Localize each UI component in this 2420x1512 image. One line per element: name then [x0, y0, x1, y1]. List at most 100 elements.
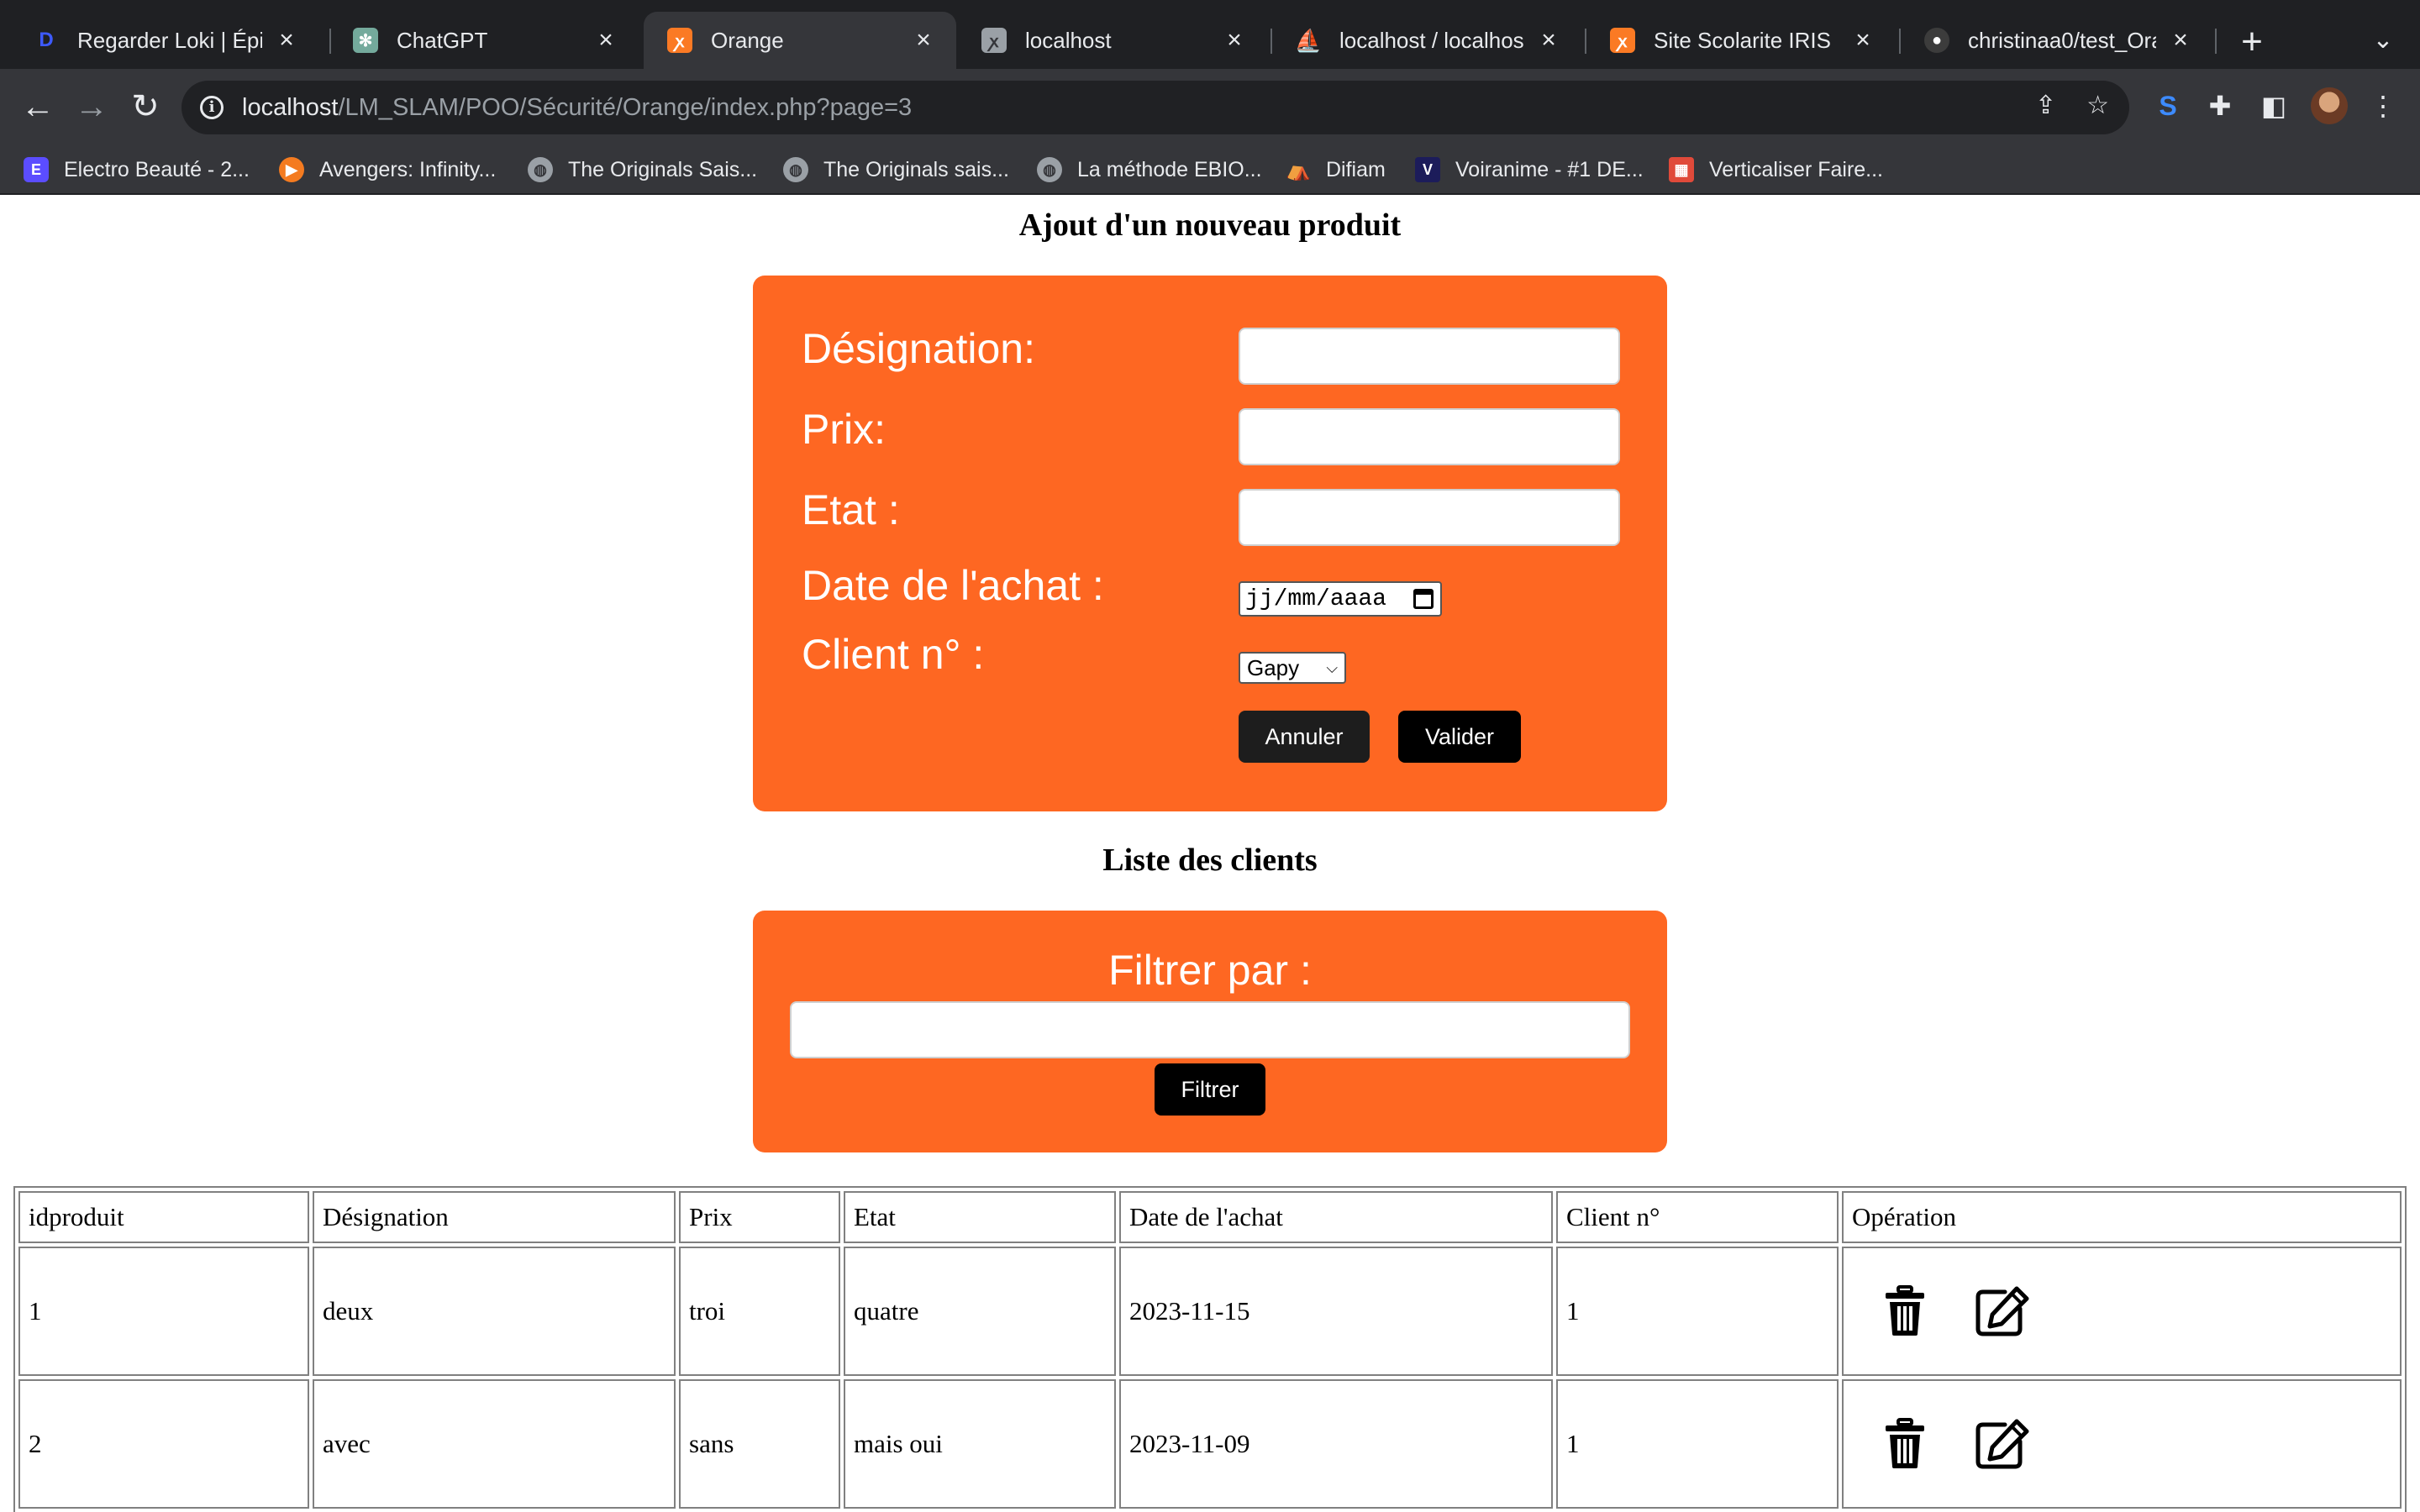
- extension-s-icon[interactable]: S: [2149, 87, 2186, 124]
- bookmark-item[interactable]: V Voiranime - #1 DE...: [1415, 153, 1644, 186]
- table-row: 1 deux troi quatre 2023-11-15 1: [18, 1247, 2402, 1376]
- close-icon[interactable]: ×: [274, 26, 299, 55]
- browser-tab[interactable]: ✻ ChatGPT ×: [329, 12, 639, 69]
- browser-tab-active[interactable]: ꭗ Orange ×: [644, 12, 956, 69]
- extensions-puzzle-icon[interactable]: ✚: [2202, 87, 2238, 124]
- bookmark-label: The Originals Sais...: [568, 157, 758, 181]
- tab-title: Site Scolarite IRIS: [1654, 27, 1831, 53]
- bookmark-label: La méthode EBIO...: [1077, 157, 1262, 181]
- bookmark-item[interactable]: ◍ The Originals Sais...: [528, 153, 757, 186]
- cell-operations: [1842, 1379, 2402, 1509]
- form-title: Ajout d'un nouveau produit: [1018, 207, 1402, 243]
- disney-favicon-icon: D: [39, 29, 54, 51]
- list-title: Liste des clients: [1102, 843, 1318, 878]
- back-arrow-icon[interactable]: ←: [17, 86, 59, 128]
- browser-toolbar: ← → ↻ i localhost/LM_SLAM/POO/Sécurité/O…: [0, 69, 2420, 144]
- cell-client: 1: [1556, 1379, 1839, 1509]
- client-selected-value: Gapy: [1247, 654, 1300, 680]
- client-label: Client n° :: [802, 631, 985, 678]
- difiam-favicon-icon: ⛺: [1286, 158, 1311, 181]
- etat-label: Etat :: [802, 486, 900, 533]
- bookmark-item[interactable]: E Electro Beauté - 2...: [24, 153, 250, 186]
- bookmark-item[interactable]: ◍ The Originals sais...: [783, 153, 1009, 186]
- column-header: idproduit: [18, 1191, 309, 1243]
- more-menu-icon[interactable]: ⋮: [2365, 87, 2402, 124]
- bookmark-label: Voiranime - #1 DE...: [1455, 157, 1644, 181]
- column-header: Opération: [1842, 1191, 2402, 1243]
- tab-search-chevron-icon[interactable]: ⌄: [2368, 25, 2398, 59]
- column-header: Date de l'achat: [1119, 1191, 1553, 1243]
- cell-etat: mais oui: [844, 1379, 1116, 1509]
- tab-title: localhost / localhost /: [1339, 27, 1524, 53]
- cell-operations: [1842, 1247, 2402, 1376]
- trash-icon[interactable]: [1884, 1285, 1926, 1337]
- bookmark-label: Electro Beauté - 2...: [64, 157, 250, 181]
- tab-separator: [2215, 29, 2217, 54]
- bookmark-item[interactable]: ▦ Verticaliser Faire...: [1669, 153, 1883, 186]
- cell-date: 2023-11-09: [1119, 1379, 1553, 1509]
- prix-label: Prix:: [802, 406, 886, 453]
- tab-title: Regarder Loki | Épisode: [77, 27, 262, 53]
- designation-input[interactable]: [1239, 328, 1620, 385]
- globe-favicon-icon: ꭗ: [981, 28, 1007, 53]
- cell-designation: deux: [313, 1247, 676, 1376]
- cancel-button[interactable]: Annuler: [1239, 711, 1370, 763]
- table-header-row: idproduit Désignation Prix Etat Date de …: [18, 1191, 2402, 1243]
- cell-client: 1: [1556, 1247, 1839, 1376]
- bookmark-item[interactable]: ⛺ Difiam: [1286, 153, 1386, 186]
- globe-icon: ◍: [1037, 157, 1062, 182]
- close-icon[interactable]: ×: [2168, 26, 2193, 55]
- bookmark-star-icon[interactable]: ☆: [2086, 91, 2109, 120]
- xampp-favicon-icon: ꭗ: [667, 28, 692, 53]
- browser-tab[interactable]: ꭗ localhost ×: [958, 12, 1267, 69]
- date-input[interactable]: jj/mm/aaaa: [1239, 581, 1442, 617]
- close-icon[interactable]: ×: [593, 26, 618, 55]
- share-icon[interactable]: ⇪: [2035, 91, 2056, 120]
- cell-id: 1: [18, 1247, 309, 1376]
- site-info-icon[interactable]: i: [200, 96, 224, 119]
- side-panel-icon[interactable]: ◧: [2255, 87, 2292, 124]
- close-icon[interactable]: ×: [1536, 26, 1561, 55]
- cell-etat: quatre: [844, 1247, 1116, 1376]
- column-header: Etat: [844, 1191, 1116, 1243]
- bookmark-label: Verticaliser Faire...: [1709, 157, 1884, 181]
- reload-icon[interactable]: ↻: [124, 86, 166, 128]
- browser-tab[interactable]: ● christinaa0/test_Orange ×: [1901, 12, 2213, 69]
- browser-tab-bar: D Regarder Loki | Épisode × ✻ ChatGPT × …: [0, 0, 2420, 69]
- cell-id: 2: [18, 1379, 309, 1509]
- new-tab-button[interactable]: +: [2235, 18, 2269, 66]
- browser-tab[interactable]: D Regarder Loki | Épisode ×: [10, 12, 319, 69]
- products-table: idproduit Désignation Prix Etat Date de …: [13, 1186, 2407, 1512]
- browser-tab[interactable]: ꭗ Site Scolarite IRIS ×: [1586, 12, 1896, 69]
- etat-input[interactable]: [1239, 489, 1620, 546]
- bookmark-label: Difiam: [1326, 157, 1386, 181]
- calendar-icon[interactable]: [1413, 589, 1434, 609]
- prix-input[interactable]: [1239, 408, 1620, 465]
- filter-button[interactable]: Filtrer: [1155, 1063, 1265, 1116]
- column-header: Client n°: [1556, 1191, 1839, 1243]
- filter-input[interactable]: [790, 1001, 1630, 1058]
- client-select[interactable]: Gapy ⌵: [1239, 652, 1346, 684]
- submit-button[interactable]: Valider: [1398, 711, 1521, 763]
- column-header: Prix: [679, 1191, 840, 1243]
- edit-icon[interactable]: [1975, 1285, 2030, 1337]
- profile-avatar[interactable]: [2311, 87, 2348, 124]
- forward-arrow-icon[interactable]: →: [71, 86, 113, 128]
- github-favicon-icon: ●: [1924, 28, 1949, 53]
- bookmark-item[interactable]: ◍ La méthode EBIO...: [1037, 153, 1262, 186]
- trash-icon[interactable]: [1884, 1418, 1926, 1470]
- table-row: 2 avec sans mais oui 2023-11-09 1: [18, 1379, 2402, 1509]
- cell-date: 2023-11-15: [1119, 1247, 1553, 1376]
- globe-icon: ◍: [528, 157, 553, 182]
- filter-label: Filtrer par :: [1108, 947, 1312, 994]
- close-icon[interactable]: ×: [911, 26, 936, 55]
- bookmark-item[interactable]: ▶ Avengers: Infinity...: [279, 153, 496, 186]
- date-placeholder: jj/mm/aaaa: [1245, 585, 1387, 612]
- close-icon[interactable]: ×: [1850, 26, 1876, 55]
- edit-icon[interactable]: [1975, 1418, 2030, 1470]
- close-icon[interactable]: ×: [1222, 26, 1247, 55]
- globe-icon: ◍: [783, 157, 808, 182]
- page-content: Ajout d'un nouveau produit Désignation: …: [0, 197, 2420, 1512]
- address-bar[interactable]: i localhost/LM_SLAM/POO/Sécurité/Orange/…: [182, 81, 2129, 134]
- browser-tab[interactable]: ⛵ localhost / localhost / ×: [1272, 12, 1581, 69]
